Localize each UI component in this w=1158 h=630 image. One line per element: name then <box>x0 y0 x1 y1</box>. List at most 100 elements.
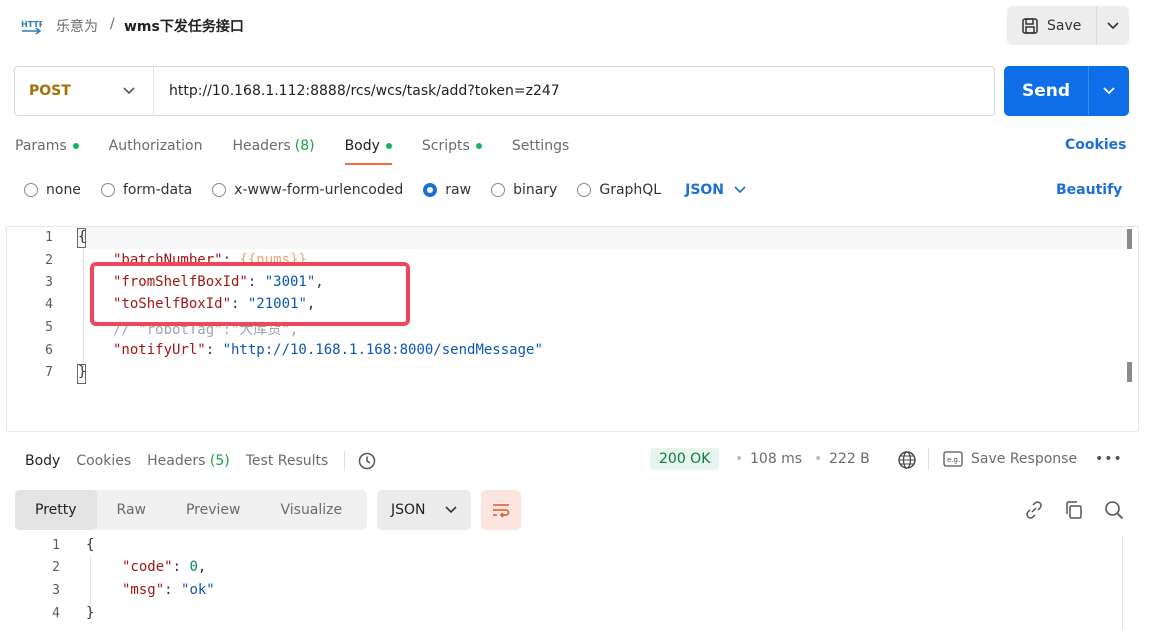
response-view-selector: Pretty Raw Preview Visualize <box>15 490 367 530</box>
response-format-select[interactable]: JSON <box>377 490 471 530</box>
code-line-1: { <box>78 229 87 245</box>
line-number: 4 <box>52 606 60 621</box>
separator-dot: • <box>814 451 823 467</box>
line-number: 5 <box>45 320 53 335</box>
wrap-lines-button[interactable] <box>481 490 521 530</box>
radio-label: form-data <box>122 182 193 198</box>
response-format-label: JSON <box>391 502 426 518</box>
tab-scripts[interactable]: Scripts <box>422 136 482 156</box>
save-button-group: Save <box>1007 6 1129 45</box>
save-label: Save <box>1047 17 1082 34</box>
request-title[interactable]: wms下发任务接口 <box>124 16 244 36</box>
tab-params[interactable]: Params <box>15 136 79 156</box>
url-input[interactable]: http://10.168.1.112:8888/rcs/wcs/task/ad… <box>154 67 560 115</box>
response-size[interactable]: 222 B <box>829 451 870 467</box>
tab-label: Headers <box>147 453 206 469</box>
indent-guide <box>90 556 91 604</box>
chevron-down-icon <box>1103 87 1115 95</box>
radio-label: binary <box>513 182 558 198</box>
json-string: "http://10.168.1.168:8000/sendMessage" <box>222 342 543 358</box>
radio-urlencoded[interactable]: x-www-form-urlencoded <box>212 182 403 198</box>
send-options-button[interactable] <box>1089 66 1129 116</box>
radio-label: none <box>46 182 81 198</box>
json-key: "msg" <box>122 582 165 598</box>
view-visualize[interactable]: Visualize <box>260 490 362 530</box>
line-number: 4 <box>45 297 53 312</box>
svg-text:HTTP: HTTP <box>21 20 42 29</box>
radio-none[interactable]: none <box>24 182 81 198</box>
breadcrumb-parent[interactable]: 乐意为 <box>56 16 98 36</box>
json-key: "code" <box>122 559 173 575</box>
radio-circle <box>212 183 227 197</box>
resp-tab-test-results[interactable]: Test Results <box>246 453 329 469</box>
cookies-link[interactable]: Cookies <box>1065 137 1126 153</box>
resp-line-2: "code": 0, <box>122 559 206 575</box>
tab-body[interactable]: Body <box>344 136 393 165</box>
radio-binary[interactable]: binary <box>491 182 557 198</box>
save-response-label: Save Response <box>971 451 1078 467</box>
method-select[interactable]: POST <box>15 67 154 115</box>
status-dot <box>72 143 79 149</box>
view-pretty[interactable]: Pretty <box>15 490 97 530</box>
tab-count: (5) <box>209 453 230 469</box>
line-number: 6 <box>45 343 53 358</box>
divider <box>928 448 929 470</box>
resp-line-4: } <box>86 605 95 621</box>
status-badge[interactable]: 200 OK <box>650 448 720 470</box>
more-options-icon[interactable]: ••• <box>1095 451 1123 467</box>
save-response-button[interactable]: e.g. Save Response <box>943 451 1077 467</box>
tab-label: Body <box>344 138 380 154</box>
send-button-group: Send <box>1004 66 1129 116</box>
save-button[interactable]: Save <box>1007 6 1097 45</box>
editor-scrollbar-thumb[interactable] <box>1127 229 1132 249</box>
http-icon: HTTP <box>21 20 42 35</box>
resp-line-3: "msg": "ok" <box>122 582 215 598</box>
history-icon[interactable] <box>357 451 377 471</box>
tab-label: Scripts <box>421 138 470 154</box>
send-button[interactable]: Send <box>1004 66 1089 116</box>
response-time[interactable]: 108 ms <box>750 451 802 467</box>
link-icon[interactable] <box>1023 499 1045 521</box>
json-comma: , <box>197 559 207 575</box>
save-icon <box>1022 17 1038 34</box>
tab-label: Authorization <box>108 138 203 154</box>
code-line-6: "notifyUrl": "http://10.168.1.168:8000/s… <box>113 342 543 358</box>
resp-tab-cookies[interactable]: Cookies <box>76 453 131 469</box>
line-number: 7 <box>45 365 53 380</box>
response-body-viewer[interactable]: 1 2 3 4 { "code": 0, "msg": "ok" } <box>0 536 1120 630</box>
save-options-button[interactable] <box>1097 6 1129 45</box>
tab-headers[interactable]: Headers (8) <box>232 136 314 156</box>
radio-form-data[interactable]: form-data <box>100 182 193 198</box>
response-scrollbar[interactable] <box>1122 536 1138 630</box>
json-separator: : <box>164 582 182 598</box>
chevron-down-icon <box>734 186 746 194</box>
view-preview[interactable]: Preview <box>166 490 261 530</box>
example-icon: e.g. <box>943 451 963 467</box>
chevron-down-icon <box>1107 21 1119 29</box>
raw-format-select[interactable]: JSON <box>685 182 746 198</box>
copy-icon[interactable] <box>1063 499 1085 521</box>
globe-icon[interactable] <box>897 450 917 470</box>
indent-guide <box>83 249 84 367</box>
body-type-options: none form-data x-www-form-urlencoded raw… <box>24 182 746 198</box>
resp-tab-body[interactable]: Body <box>25 453 60 469</box>
radio-circle <box>100 183 115 197</box>
line-number: 1 <box>52 538 60 553</box>
search-icon[interactable] <box>1103 499 1125 521</box>
tab-authorization[interactable]: Authorization <box>109 136 203 156</box>
radio-raw[interactable]: raw <box>423 182 471 198</box>
line-number: 2 <box>52 560 60 575</box>
separator-dot: • <box>735 451 744 467</box>
request-body-editor[interactable]: 1 2 3 4 5 6 7 { "batchNumber": {{nums}} … <box>6 226 1139 432</box>
current-line-highlight <box>77 227 1127 249</box>
tab-settings[interactable]: Settings <box>512 136 569 156</box>
tab-label: Headers <box>232 138 291 154</box>
radio-graphql[interactable]: GraphQL <box>577 182 661 198</box>
beautify-button[interactable]: Beautify <box>1056 182 1122 198</box>
resp-tab-headers[interactable]: Headers (5) <box>147 453 230 469</box>
radio-circle <box>491 183 506 197</box>
tab-count: (8) <box>294 138 315 154</box>
json-string: "ok" <box>181 582 215 598</box>
json-separator: : <box>172 559 190 575</box>
view-raw[interactable]: Raw <box>97 490 166 530</box>
